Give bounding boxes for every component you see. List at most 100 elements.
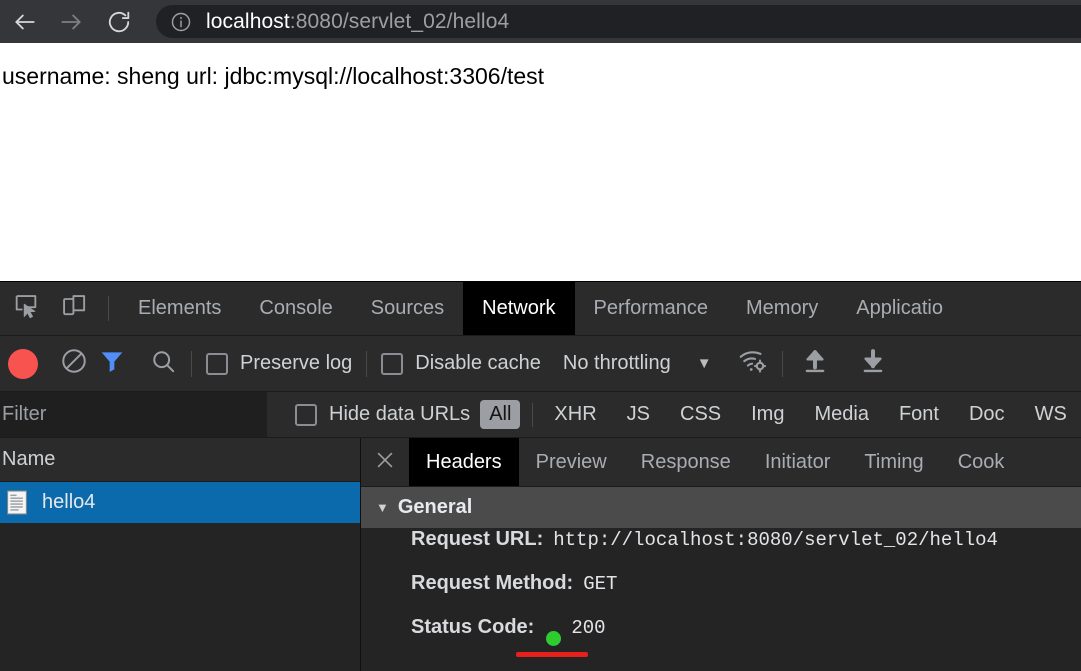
filter-input[interactable]	[0, 392, 267, 437]
address-bar-url: localhost:8080/servlet_02/hello4	[206, 10, 509, 34]
control-divider	[191, 350, 192, 377]
download-arrow-icon	[859, 347, 887, 380]
reload-icon	[106, 9, 132, 35]
devtools-tabbar: Elements Console Sources Network Perform…	[0, 282, 1081, 336]
tab-sources[interactable]: Sources	[352, 282, 463, 335]
network-control-bar: Preserve log Disable cache No throttling…	[0, 336, 1081, 392]
close-x-icon	[374, 449, 396, 476]
export-har-button[interactable]	[859, 347, 887, 380]
filter-type-js[interactable]: JS	[618, 400, 659, 429]
filter-type-css[interactable]: CSS	[671, 400, 730, 429]
table-row[interactable]: hello4	[0, 482, 360, 523]
toolbar-divider	[108, 296, 109, 321]
status-code-row: Status Code: 200	[361, 616, 1081, 660]
disable-cache-checkbox[interactable]: Disable cache	[381, 352, 541, 375]
reload-button[interactable]	[102, 5, 136, 39]
details-tabbar: Headers Preview Response Initiator Timin…	[361, 438, 1081, 487]
document-file-icon	[6, 490, 28, 515]
status-ok-dot-icon	[546, 630, 562, 646]
tab-performance[interactable]: Performance	[575, 282, 728, 335]
filter-type-all[interactable]: All	[480, 400, 521, 429]
requests-list-pane: Name hello4	[0, 438, 361, 671]
search-magnifier-icon	[150, 348, 177, 380]
url-path: :8080/servlet_02/hello4	[289, 9, 510, 33]
tab-initiator[interactable]: Initiator	[748, 438, 848, 486]
headers-content: ▼ General Request URL: http://localhost:…	[361, 487, 1081, 671]
tab-cookies[interactable]: Cook	[941, 438, 1022, 486]
back-button[interactable]	[8, 5, 42, 39]
control-divider	[366, 350, 368, 377]
caret-down-icon: ▼	[376, 500, 389, 515]
device-toolbar-icon	[60, 292, 88, 325]
request-name: hello4	[42, 491, 96, 513]
request-details-pane: Headers Preview Response Initiator Timin…	[361, 438, 1081, 671]
url-host: localhost	[206, 9, 290, 33]
filter-type-media[interactable]: Media	[805, 400, 877, 429]
upload-arrow-icon	[801, 347, 829, 380]
request-method-label: Request Method:	[411, 572, 574, 594]
hide-data-urls-label: Hide data URLs	[329, 403, 471, 425]
tab-network[interactable]: Network	[463, 282, 575, 335]
inspect-element-icon	[12, 292, 40, 325]
wifi-gear-icon	[738, 346, 768, 381]
filter-toggle-button[interactable]	[98, 347, 126, 380]
close-details-button[interactable]	[361, 438, 409, 486]
requests-column-header-name[interactable]: Name	[0, 438, 360, 482]
tab-application[interactable]: Applicatio	[837, 282, 962, 335]
forward-button[interactable]	[54, 5, 88, 39]
preserve-log-checkbox[interactable]: Preserve log	[206, 352, 352, 375]
request-url-row: Request URL: http://localhost:8080/servl…	[361, 528, 1081, 572]
request-url-label: Request URL:	[411, 528, 544, 550]
filter-type-xhr[interactable]: XHR	[545, 400, 605, 429]
search-button[interactable]	[150, 348, 177, 380]
filter-type-img[interactable]: Img	[742, 400, 793, 429]
throttling-dropdown[interactable]: No throttling	[563, 352, 671, 375]
request-method-value: GET	[583, 573, 618, 595]
network-filter-bar: Hide data URLs All XHR JS CSS Img Media …	[0, 392, 1081, 438]
browser-toolbar: localhost:8080/servlet_02/hello4	[0, 0, 1081, 43]
arrow-left-icon	[12, 9, 38, 35]
arrow-right-icon	[58, 9, 84, 35]
tab-preview[interactable]: Preview	[519, 438, 624, 486]
filter-type-ws[interactable]: WS	[1026, 400, 1076, 429]
filter-type-doc[interactable]: Doc	[960, 400, 1014, 429]
status-red-underline-annotation	[516, 652, 588, 657]
clear-prohibited-icon	[60, 347, 88, 380]
devtools-panel: Elements Console Sources Network Perform…	[0, 281, 1081, 671]
status-code-value: 200	[571, 617, 606, 639]
page-viewport: username: sheng url: jdbc:mysql://localh…	[0, 43, 1081, 281]
disable-cache-label: Disable cache	[415, 352, 541, 374]
resource-type-filters: All XHR JS CSS Img Media Font Doc WS	[480, 400, 1081, 429]
inspect-element-button[interactable]	[2, 282, 50, 335]
control-divider	[781, 350, 783, 377]
network-conditions-button[interactable]	[738, 346, 768, 381]
funnel-filter-icon	[98, 347, 126, 380]
tab-console[interactable]: Console	[240, 282, 351, 335]
tab-response[interactable]: Response	[624, 438, 748, 486]
address-bar[interactable]: localhost:8080/servlet_02/hello4	[156, 5, 1081, 38]
tab-memory[interactable]: Memory	[727, 282, 837, 335]
status-code-label: Status Code:	[411, 616, 535, 638]
filter-type-font[interactable]: Font	[890, 400, 948, 429]
request-method-row: Request Method: GET	[361, 572, 1081, 616]
tab-timing[interactable]: Timing	[847, 438, 940, 486]
checkbox-box	[381, 352, 404, 375]
preserve-log-label: Preserve log	[240, 352, 353, 374]
page-body-text: username: sheng url: jdbc:mysql://localh…	[2, 63, 545, 89]
general-section-header[interactable]: ▼ General	[361, 487, 1081, 528]
clear-network-log-button[interactable]	[60, 347, 88, 380]
record-network-log-button[interactable]	[8, 348, 38, 379]
network-body: Name hello4 Headers Preview Response Ini…	[0, 438, 1081, 671]
checkbox-box	[206, 352, 228, 375]
hide-data-urls-checkbox[interactable]: Hide data URLs	[295, 403, 470, 426]
tab-headers[interactable]: Headers	[409, 438, 519, 486]
checkbox-box	[295, 403, 317, 426]
info-circle-icon[interactable]	[170, 11, 192, 33]
device-toolbar-button[interactable]	[50, 282, 98, 335]
general-section-title: General	[397, 496, 473, 518]
chevron-down-icon[interactable]: ▼	[697, 355, 712, 372]
import-har-button[interactable]	[801, 347, 829, 380]
tab-elements[interactable]: Elements	[119, 282, 240, 335]
request-url-value: http://localhost:8080/servlet_02/hello4	[553, 529, 998, 551]
filter-divider	[532, 402, 534, 427]
